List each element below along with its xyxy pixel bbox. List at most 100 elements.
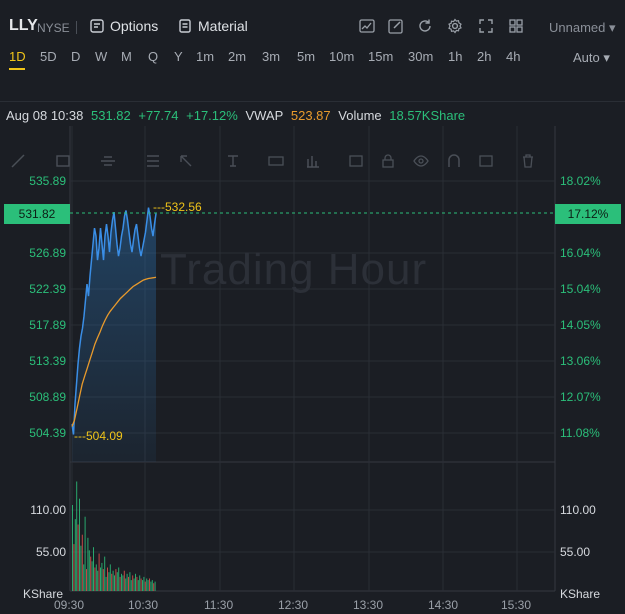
session-high-value: 532.56	[165, 200, 202, 214]
options-icon	[90, 19, 104, 33]
period-tab-4h[interactable]: 4h	[506, 49, 520, 64]
volume-bar	[118, 567, 120, 591]
volume-bar	[114, 575, 115, 591]
period-tab-30m[interactable]: 30m	[408, 49, 433, 64]
period-tab-10m[interactable]: 10m	[329, 49, 354, 64]
trend-line-icon[interactable]	[10, 153, 26, 169]
period-tab-w[interactable]: W	[95, 49, 107, 64]
volume-bar	[133, 578, 135, 591]
period-tab-y[interactable]: Y	[174, 49, 183, 64]
volume-bar	[80, 545, 82, 591]
grid-layout-icon[interactable]	[508, 18, 524, 34]
period-tab-3m[interactable]: 3m	[262, 49, 280, 64]
period-tab-m[interactable]: M	[121, 49, 132, 64]
volume-bar	[87, 537, 89, 591]
volume-bar	[137, 580, 139, 591]
quote-change-pct: +17.12%	[186, 108, 238, 123]
options-button[interactable]: Options	[90, 18, 158, 34]
current-price-badge: 531.82	[4, 204, 70, 224]
pct-tick-right: 14.05%	[560, 318, 601, 332]
volume-bar	[122, 575, 124, 591]
layout-name-label: Unnamed	[549, 20, 606, 35]
period-tab-d[interactable]: D	[71, 49, 80, 64]
measure-tool-icon[interactable]	[268, 153, 284, 169]
volume-bar	[84, 516, 86, 591]
draw-pen-icon[interactable]	[388, 18, 404, 34]
volume-bar	[97, 570, 99, 591]
volume-bar	[147, 580, 149, 591]
pct-tick-right: 15.04%	[560, 282, 601, 296]
volume-bar	[72, 505, 73, 591]
time-tick: 10:30	[128, 598, 159, 612]
exchange-label: NYSE	[37, 21, 70, 35]
period-tab-q[interactable]: Q	[148, 49, 158, 64]
volume-bar	[121, 573, 122, 591]
settings-gear-icon[interactable]	[447, 18, 463, 34]
quote-change: +77.74	[138, 108, 179, 123]
period-tab-15m[interactable]: 15m	[368, 49, 393, 64]
quote-price: 531.82	[90, 108, 131, 123]
vwap-value: 523.87	[290, 108, 331, 123]
volume-bar	[100, 567, 101, 591]
volume-unit-right: KShare	[560, 587, 601, 601]
volume-bar	[90, 556, 92, 591]
period-tab-1m[interactable]: 1m	[196, 49, 214, 64]
visibility-eye-icon[interactable]	[413, 153, 429, 169]
current-pct-badge: 17.12%	[555, 204, 621, 224]
time-tick: 14:30	[428, 598, 459, 612]
material-button[interactable]: Material	[178, 18, 248, 34]
price-tick-left: 504.39	[29, 426, 66, 440]
volume-value: 18.57KShare	[389, 108, 466, 123]
volume-bar	[109, 564, 111, 591]
magnet-tool-icon[interactable]	[348, 153, 364, 169]
trading-hour-watermark: Trading Hour	[160, 245, 428, 294]
chart-type-icon[interactable]	[359, 18, 375, 34]
layers-icon[interactable]	[478, 153, 494, 169]
stock-symbol[interactable]: LLY	[9, 17, 38, 35]
volume-bar	[88, 550, 90, 591]
volume-bar	[136, 576, 138, 591]
layout-name-dropdown[interactable]: Unnamed ▾	[549, 20, 616, 36]
volume-bar	[83, 564, 85, 591]
arrow-tool-icon[interactable]	[178, 153, 194, 169]
refresh-icon[interactable]	[417, 18, 433, 34]
period-tab-5d[interactable]: 5D	[40, 49, 57, 64]
volume-bar	[149, 578, 150, 591]
volume-bar	[146, 578, 148, 591]
lock-icon[interactable]	[380, 153, 396, 169]
time-tick: 09:30	[54, 598, 85, 612]
volume-bar	[73, 544, 75, 591]
volume-bar	[139, 575, 141, 591]
period-tab-1d[interactable]: 1D	[9, 49, 26, 64]
time-tick: 12:30	[278, 598, 309, 612]
fib-tool-icon[interactable]	[145, 153, 161, 169]
price-tick-left: 522.39	[29, 282, 66, 296]
active-period-indicator	[9, 68, 25, 70]
horizontal-line-icon[interactable]	[100, 153, 116, 169]
drawing-toolbar	[0, 74, 625, 168]
delete-trash-icon[interactable]	[520, 153, 536, 169]
snap-magnet-icon[interactable]	[446, 153, 462, 169]
volume-bar	[81, 534, 83, 591]
fullscreen-icon[interactable]	[478, 18, 494, 34]
rectangle-tool-icon[interactable]	[55, 153, 71, 169]
time-tick: 11:30	[204, 598, 234, 612]
price-tick-left: 526.89	[29, 246, 66, 260]
price-line	[71, 207, 157, 435]
material-label: Material	[198, 18, 248, 34]
period-tab-1h[interactable]: 1h	[448, 49, 462, 64]
session-low-value: 504.09	[86, 429, 123, 443]
scale-mode-dropdown[interactable]: Auto ▾	[573, 50, 610, 66]
period-tab-2m[interactable]: 2m	[228, 49, 246, 64]
volume-bar	[125, 578, 127, 591]
period-tab-2h[interactable]: 2h	[477, 49, 491, 64]
volume-bar	[91, 561, 93, 591]
volume-bar	[112, 570, 114, 591]
volume-bar	[119, 576, 121, 591]
text-tool-icon[interactable]	[225, 153, 241, 169]
period-tab-5m[interactable]: 5m	[297, 49, 315, 64]
volume-bar	[107, 567, 108, 591]
session-high-label: ---532.56	[153, 200, 202, 214]
pattern-tool-icon[interactable]	[305, 153, 321, 169]
period-tabs: 1D 5D D W M Q Y 1m 2m 3m 5m 10m 15m 30m 1h 2h 4h	[0, 44, 625, 72]
